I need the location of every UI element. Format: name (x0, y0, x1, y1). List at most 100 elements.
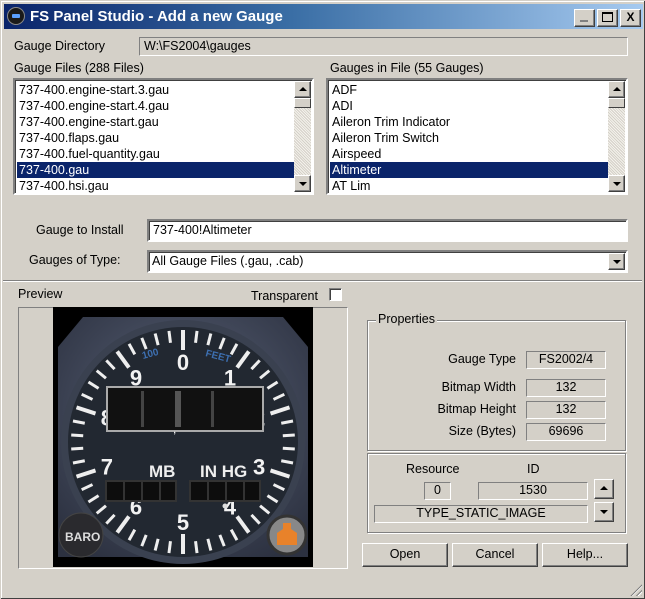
minimize-button[interactable] (574, 9, 595, 27)
preview-label: Preview (18, 287, 63, 301)
list-item[interactable]: Altimeter (330, 162, 608, 178)
gauge-tick (167, 541, 172, 554)
list-item[interactable]: 737-400.flaps.gau (17, 130, 294, 146)
list-item[interactable]: 737-400.hsi.gau (17, 178, 294, 193)
bitmap-height-value: 132 (526, 401, 606, 419)
maximize-button[interactable] (597, 9, 618, 27)
id-up-button[interactable] (594, 479, 614, 499)
digit-cell (227, 482, 243, 500)
separator (3, 280, 642, 282)
gauges-of-type-label: Gauges of Type: (29, 253, 121, 267)
close-button[interactable]: X (620, 9, 641, 27)
transparent-label: Transparent (251, 289, 318, 303)
arrow-down-icon (299, 182, 307, 186)
digit-cell (125, 482, 141, 500)
gauges-of-type-select[interactable]: All Gauge Files (.gau, .cab) (147, 250, 628, 273)
scroll-up-button[interactable] (294, 81, 311, 98)
arrow-up-icon (600, 486, 608, 490)
title-bar: FS Panel Studio - Add a new Gauge X (4, 4, 643, 29)
list-item[interactable]: Aileron Trim Switch (330, 130, 608, 146)
scroll-down-button[interactable] (294, 175, 311, 192)
arrow-up-icon (613, 87, 621, 91)
size-bytes-value: 69696 (526, 423, 606, 441)
gauge-type-label: Gauge Type (448, 352, 516, 366)
chevron-down-icon (613, 260, 621, 264)
list-item[interactable]: ADF (330, 82, 608, 98)
gauge-to-install-label: Gauge to Install (36, 223, 124, 237)
list-item[interactable]: Aileron Trim Indicator (330, 114, 608, 130)
app-icon (7, 7, 25, 25)
resource-type-value: TYPE_STATIC_IMAGE (374, 505, 588, 523)
id-label: ID (527, 462, 540, 476)
gauge-tick (282, 433, 295, 438)
mb-label: MB (149, 462, 175, 481)
add-gauge-dialog: FS Panel Studio - Add a new Gauge X Gaug… (0, 0, 645, 599)
cancel-button[interactable]: Cancel (452, 543, 538, 567)
digit-cell (245, 482, 259, 500)
gauge-preview: 0123456789 100 FEET , MB IN HG (53, 307, 313, 567)
list-item[interactable]: AT Lim (330, 178, 608, 193)
gauge-files-scrollbar[interactable] (294, 81, 311, 192)
list-item[interactable]: Airspeed (330, 146, 608, 162)
list-item[interactable]: 737-400.engine-start.4.gau (17, 98, 294, 114)
dial-number: 3 (253, 455, 265, 480)
arrow-down-icon (613, 182, 621, 186)
gauge-files-listbox[interactable]: 737-400.engine-start.3.gau 737-400.engine… (13, 78, 314, 195)
altimeter-gauge: 0123456789 100 FEET , MB IN HG (58, 317, 308, 564)
gauges-of-type-value: All Gauge Files (.gau, .cab) (152, 254, 304, 268)
bitmap-height-label: Bitmap Height (437, 402, 516, 416)
dropdown-button[interactable] (608, 253, 625, 270)
transparent-checkbox[interactable] (329, 288, 342, 301)
gauge-directory-label: Gauge Directory (14, 39, 106, 53)
gauge-directory-field: W:\FS2004\gauges (139, 37, 628, 56)
scroll-thumb[interactable] (294, 98, 311, 108)
resource-value: 0 (424, 482, 451, 500)
digit-cell (143, 482, 159, 500)
gauge-tick (194, 541, 199, 554)
gauge-tick (282, 446, 295, 451)
bitmap-width-value: 132 (526, 379, 606, 397)
baro-label: BARO (65, 530, 100, 544)
gauges-in-file-label: Gauges in File (55 Gauges) (330, 61, 484, 75)
gauges-in-file-list: ADF ADI Aileron Trim Indicator Aileron Trim… (330, 82, 608, 193)
list-item[interactable]: 737-400.engine-start.gau (17, 114, 294, 130)
open-button[interactable]: Open (362, 543, 448, 567)
minimize-icon (580, 20, 588, 22)
digit-cell (107, 482, 123, 500)
digit-cell (161, 482, 175, 500)
list-item[interactable]: 737-400.gau (17, 162, 294, 178)
gauge-tick (71, 433, 84, 438)
scroll-thumb[interactable] (608, 98, 625, 108)
properties-title: Properties (376, 312, 437, 326)
gauge-to-install-input[interactable]: 737-400!Altimeter (147, 219, 628, 242)
list-item[interactable]: 737-400.fuel-quantity.gau (17, 146, 294, 162)
resource-label: Resource (406, 462, 460, 476)
scroll-down-button[interactable] (608, 175, 625, 192)
gauge-files-list: 737-400.engine-start.3.gau 737-400.engine… (17, 82, 294, 193)
size-bytes-label: Size (Bytes) (448, 424, 516, 438)
mb-window (105, 480, 177, 502)
decimal-dot (222, 503, 228, 509)
id-down-button[interactable] (594, 502, 614, 522)
scroll-up-button[interactable] (608, 81, 625, 98)
digit-cell (191, 482, 207, 500)
resize-grip[interactable] (629, 583, 642, 596)
thousands-comma: , (173, 422, 176, 436)
gauges-in-file-scrollbar[interactable] (608, 81, 625, 192)
id-value: 1530 (478, 482, 588, 500)
help-button[interactable]: Help... (542, 543, 628, 567)
gauge-files-label: Gauge Files (288 Files) (14, 61, 144, 75)
bitmap-width-label: Bitmap Width (441, 380, 516, 394)
list-item[interactable]: ADI (330, 98, 608, 114)
close-icon: X (626, 10, 635, 24)
digit-cell (209, 482, 225, 500)
list-item[interactable]: 737-400.engine-start.3.gau (17, 82, 294, 98)
gauges-in-file-listbox[interactable]: ADF ADI Aileron Trim Indicator Aileron Trim… (326, 78, 628, 195)
gauge-tick (194, 330, 199, 343)
gauge-tick (167, 330, 172, 343)
dial-number: 5 (177, 510, 189, 535)
inhg-window (189, 480, 261, 502)
drum-divider (211, 391, 214, 427)
gauge-type-value: FS2002/4 (526, 351, 606, 369)
arrow-down-icon (600, 510, 608, 514)
